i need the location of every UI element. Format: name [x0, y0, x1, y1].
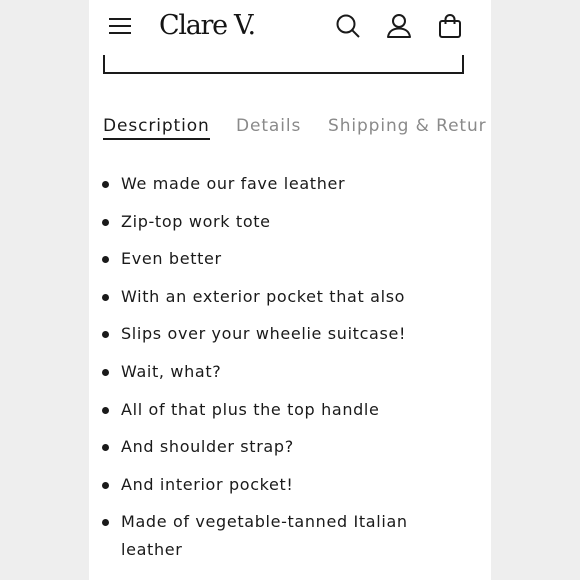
- bullet-icon: [102, 444, 109, 452]
- list-item-text: All of that plus the top handle: [121, 399, 380, 419]
- tab-details[interactable]: Details: [236, 115, 301, 137]
- menu-icon[interactable]: [108, 14, 132, 38]
- bullet-icon: [102, 256, 109, 264]
- list-item: Wait, what?: [89, 358, 421, 386]
- description-list: We made our fave leather Zip-top work to…: [89, 170, 491, 574]
- product-page: Clare V. Description Details Shipping & …: [89, 0, 491, 580]
- product-options-box: [103, 55, 464, 74]
- list-item-text: We made our fave leather: [121, 174, 346, 193]
- list-item-text: Wait, what?: [121, 361, 222, 381]
- list-item: With an exterior pocket that also: [89, 283, 421, 311]
- list-item: Made of vegetable-tanned Italian leather: [89, 508, 421, 564]
- list-item-text: Slips over your wheelie suitcase!: [121, 324, 407, 344]
- bullet-icon: [102, 331, 109, 339]
- list-item-text: And shoulder strap?: [121, 437, 294, 457]
- bullet-icon: [102, 218, 109, 226]
- account-icon[interactable]: [386, 13, 412, 39]
- bullet-icon: [102, 519, 109, 527]
- search-icon[interactable]: [335, 13, 361, 39]
- list-item-text: Made of vegetable-tanned Italian leather: [121, 512, 408, 560]
- list-item: And shoulder strap?: [89, 433, 421, 461]
- list-item: Zip-top work tote: [89, 208, 421, 236]
- bullet-icon: [102, 406, 109, 414]
- bullet-icon: [102, 293, 109, 301]
- site-header: Clare V.: [89, 0, 491, 52]
- bullet-icon: [102, 181, 109, 188]
- product-info-tabs: Description Details Shipping & Retur: [89, 110, 491, 144]
- list-item: Even better: [89, 245, 421, 273]
- bullet-icon: [102, 481, 109, 489]
- bullet-icon: [102, 368, 109, 376]
- list-item-text: With an exterior pocket that also: [121, 286, 406, 306]
- list-item: Slips over your wheelie suitcase!: [89, 320, 421, 348]
- list-item: And interior pocket!: [89, 471, 421, 499]
- brand-logo[interactable]: Clare V.: [159, 8, 256, 44]
- list-item: We made our fave leather: [89, 170, 421, 198]
- tab-description[interactable]: Description: [103, 115, 210, 140]
- bag-icon[interactable]: [437, 13, 463, 39]
- list-item-text: Even better: [121, 249, 222, 269]
- list-item: All of that plus the top handle: [89, 396, 421, 424]
- list-item-text: Zip-top work tote: [121, 211, 271, 231]
- list-item-text: And interior pocket!: [121, 474, 294, 494]
- tab-shipping-returns[interactable]: Shipping & Retur: [328, 115, 487, 137]
